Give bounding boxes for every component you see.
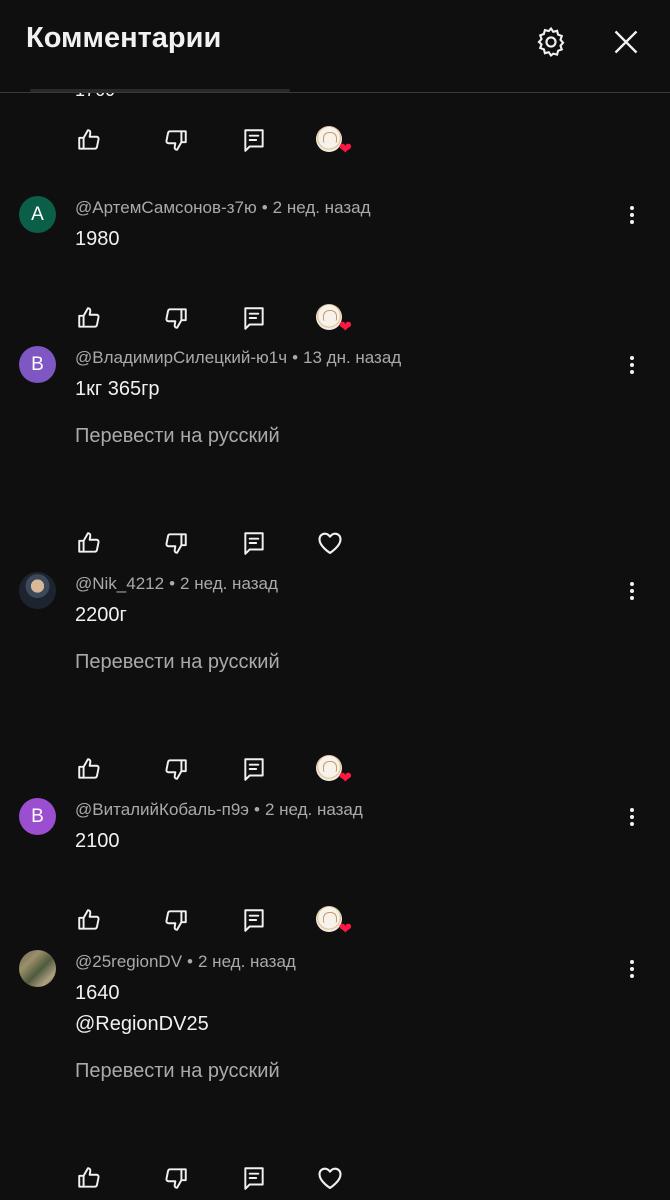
comment-author[interactable]: @АртемСамсонов-з7ю [75, 198, 257, 217]
comment-author[interactable]: @ВиталийКобаль-п9э [75, 800, 249, 819]
page-title: Комментарии [26, 22, 222, 54]
reply-button[interactable] [240, 1164, 268, 1192]
heart-icon: ❤ [338, 770, 352, 787]
reply-button[interactable] [240, 126, 268, 154]
thumbs-up-icon [78, 909, 100, 930]
creator-heart-badge: ❤ [315, 906, 352, 938]
comment-time: 2 нед. назад [180, 574, 278, 593]
dislike-button[interactable] [162, 126, 190, 154]
comment-meta: @ВиталийКобаль-п9э • 2 нед. назад [75, 800, 363, 820]
heart-icon [318, 1167, 342, 1189]
comment-meta: @25regionDV • 2 нед. назад [75, 952, 296, 972]
like-button[interactable] [75, 126, 103, 154]
more-button[interactable] [620, 200, 644, 230]
more-button[interactable] [620, 954, 644, 984]
reply-icon [244, 532, 264, 555]
translate-link[interactable]: Перевести на русский [75, 651, 280, 674]
translate-link[interactable]: Перевести на русский [75, 425, 280, 448]
comment-text: 1980 [75, 228, 120, 250]
creator-heart-badge: ❤ [315, 126, 352, 158]
creator-heart-badge: ❤ [315, 755, 352, 787]
comment-author[interactable]: @25regionDV [75, 952, 182, 971]
comment-time: 2 нед. назад [198, 952, 296, 971]
reply-icon [244, 129, 264, 152]
separator-dot: • [169, 574, 176, 593]
reply-button[interactable] [240, 529, 268, 557]
comments-header: Комментарии [0, 0, 670, 93]
like-button[interactable] [75, 755, 103, 783]
comment-time: 13 дн. назад [303, 348, 402, 367]
like-button[interactable] [75, 529, 103, 557]
dislike-button[interactable] [162, 906, 190, 934]
more-button[interactable] [620, 576, 644, 606]
separator-dot: • [261, 198, 268, 217]
comment-text: 1кг 365гр [75, 378, 160, 400]
comment-text: @RegionDV25 [75, 1013, 209, 1035]
dislike-button[interactable] [162, 755, 190, 783]
gear-icon [537, 26, 565, 58]
thumbs-down-icon [165, 759, 187, 780]
reply-icon [244, 758, 264, 781]
like-button[interactable] [75, 304, 103, 332]
reply-icon [244, 307, 264, 330]
more-button[interactable] [620, 802, 644, 832]
close-icon [614, 30, 638, 54]
comment-text: 2100 [75, 830, 120, 852]
dislike-button[interactable] [162, 1164, 190, 1192]
thumbs-up-icon [78, 532, 100, 553]
heart-icon [318, 532, 342, 554]
close-button[interactable] [606, 22, 646, 62]
avatar[interactable]: В [19, 798, 56, 835]
reply-button[interactable] [240, 755, 268, 783]
comment-meta: @АртемСамсонов-з7ю • 2 нед. назад [75, 198, 371, 218]
avatar[interactable] [19, 950, 56, 987]
more-button[interactable] [620, 350, 644, 380]
comment-text: 1640 [75, 982, 120, 1004]
thumbs-down-icon [165, 533, 187, 554]
reply-icon [244, 1167, 264, 1190]
thumbs-up-icon [78, 1167, 100, 1188]
comment-meta: @Nik_4212 • 2 нед. назад [75, 574, 278, 594]
comment-meta: @ВладимирСилецкий-ю1ч • 13 дн. назад [75, 348, 401, 368]
avatar[interactable] [19, 572, 56, 609]
separator-dot: • [292, 348, 299, 367]
separator-dot: • [253, 800, 260, 819]
comment-author[interactable]: @Nik_4212 [75, 574, 164, 593]
comment-text: 2200г [75, 604, 127, 626]
like-button[interactable] [75, 906, 103, 934]
reply-button[interactable] [240, 304, 268, 332]
heart-icon: ❤ [338, 921, 352, 938]
translate-link[interactable]: Перевести на русский [75, 1060, 280, 1083]
separator-dot: • [187, 952, 193, 971]
settings-button[interactable] [531, 22, 571, 62]
heart-icon: ❤ [338, 141, 352, 158]
thumbs-up-icon [78, 758, 100, 779]
thumbs-down-icon [165, 1168, 187, 1189]
thumbs-up-icon [78, 129, 100, 150]
heart-button[interactable] [315, 529, 345, 557]
avatar[interactable]: А [19, 196, 56, 233]
reply-icon [244, 909, 264, 932]
dislike-button[interactable] [162, 529, 190, 557]
like-button[interactable] [75, 1164, 103, 1192]
thumbs-down-icon [165, 910, 187, 931]
avatar[interactable]: В [19, 346, 56, 383]
comment-time: 2 нед. назад [264, 800, 363, 819]
comment-author[interactable]: @ВладимирСилецкий-ю1ч [75, 348, 287, 367]
comment-time: 2 нед. назад [272, 198, 371, 217]
creator-heart-badge: ❤ [315, 304, 352, 336]
scroll-indicator [30, 89, 290, 92]
thumbs-down-icon [165, 308, 187, 329]
thumbs-up-icon [78, 307, 100, 328]
thumbs-down-icon [165, 130, 187, 151]
heart-button[interactable] [315, 1164, 345, 1192]
heart-icon: ❤ [338, 319, 352, 336]
reply-button[interactable] [240, 906, 268, 934]
dislike-button[interactable] [162, 304, 190, 332]
